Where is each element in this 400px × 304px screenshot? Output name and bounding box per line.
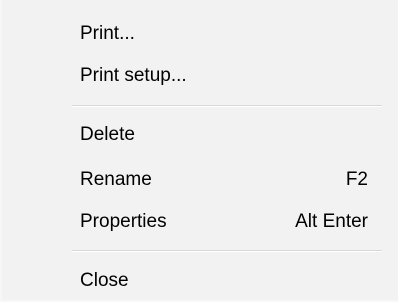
menu-item-print-setup[interactable]: Print setup... [2,53,398,99]
menu-item-print[interactable]: Print... [2,11,398,57]
menu-item-shortcut: F2 [345,169,368,190]
menu-item-delete[interactable]: Delete [2,112,398,158]
menu-item-label: Delete [80,124,135,145]
menu-item-label: Print setup... [80,65,187,86]
menu-item-label: Properties [80,211,167,232]
menu-item-rename[interactable]: Rename F2 [2,157,398,203]
menu-item-shortcut: Alt Enter [295,211,368,232]
menu-item-label: Print... [80,23,135,44]
context-menu: Print... Print setup... Delete Rename F2… [0,0,398,302]
menu-separator [72,105,382,107]
menu-item-label: Rename [80,169,152,190]
menu-separator [72,250,382,252]
menu-item-properties[interactable]: Properties Alt Enter [2,199,398,245]
menu-item-close[interactable]: Close [2,258,398,304]
menu-item-label: Close [80,270,129,291]
